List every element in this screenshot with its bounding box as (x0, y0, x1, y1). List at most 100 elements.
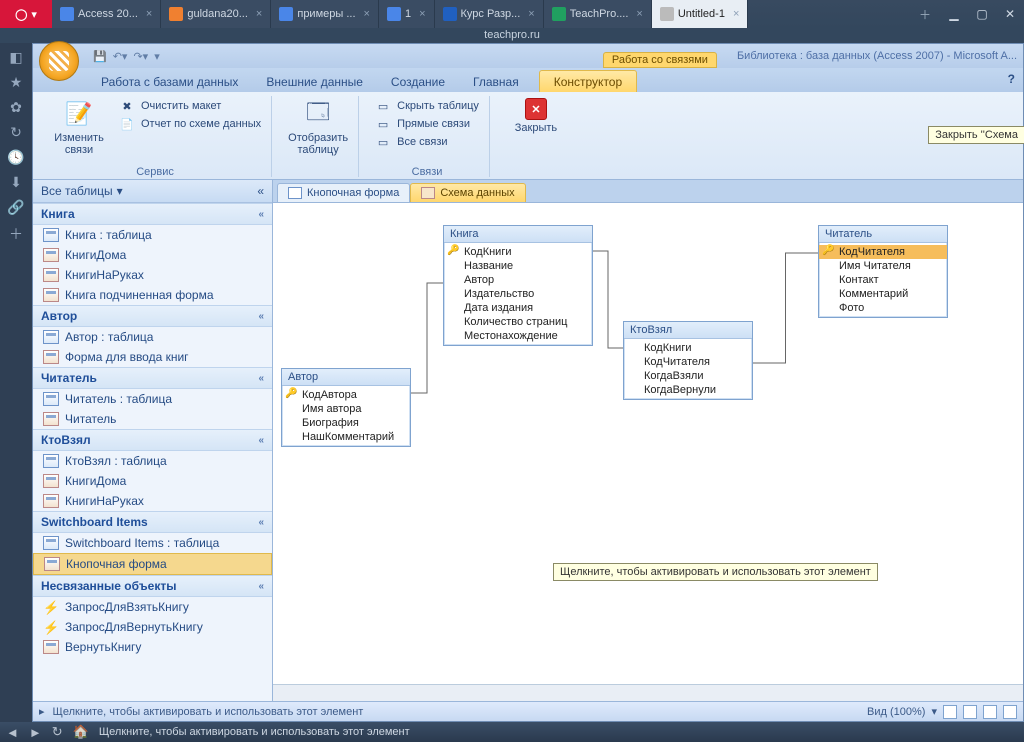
table-window-title[interactable]: КтоВзял (624, 322, 752, 339)
history-icon[interactable]: 🕓 (7, 149, 24, 166)
nav-pane-header[interactable]: Все таблицы▾ « (33, 180, 272, 203)
nav-item[interactable]: ВернутьКнигу (33, 637, 272, 657)
tab-close-icon[interactable]: × (419, 8, 425, 20)
nav-item[interactable]: ЗапросДляВернутьКнигу (33, 617, 272, 637)
reload-icon[interactable]: ↻ (52, 724, 63, 740)
field[interactable]: КодКниги (624, 341, 752, 355)
horizontal-scrollbar[interactable] (273, 684, 1023, 701)
nav-item[interactable]: КтоВзял : таблица (33, 451, 272, 471)
field[interactable]: Биография (282, 416, 410, 430)
gear-icon[interactable]: ✿ (10, 99, 22, 116)
nav-item[interactable]: Читатель (33, 409, 272, 429)
nav-group-header[interactable]: КтоВзял« (33, 429, 272, 451)
os-taskbar[interactable]: ◄ ► ↻ 🏠 Щелкните, чтобы активировать и и… (0, 722, 1024, 742)
ribbon-tab-constructor[interactable]: Конструктор (539, 70, 637, 92)
panel-icon[interactable]: ◧ (9, 49, 22, 66)
clear-layout-button[interactable]: ✖Очистить макет (119, 98, 261, 114)
tab-close-icon[interactable]: × (733, 8, 739, 20)
field[interactable]: Автор (444, 273, 592, 287)
nav-item[interactable]: Switchboard Items : таблица (33, 533, 272, 553)
nav-item[interactable]: Форма для ввода книг (33, 347, 272, 367)
nav-group-header[interactable]: Книга« (33, 203, 272, 225)
browser-side-panel[interactable]: ◧ ★ ✿ ↻ 🕓 ⬇ 🔗 ＋ (0, 43, 32, 722)
redo-icon[interactable]: ↷▾ (133, 50, 148, 63)
browser-tab[interactable]: Untitled-1× (652, 0, 749, 28)
field[interactable]: Название (444, 259, 592, 273)
edit-relations-button[interactable]: 📝 Изменить связи (49, 98, 109, 163)
document-tab[interactable]: Кнопочная форма (277, 183, 410, 202)
view-button-4[interactable] (1003, 705, 1017, 719)
nav-item[interactable]: ЗапросДляВзятьКнигу (33, 597, 272, 617)
table-window-ktovzyal[interactable]: КтоВзял КодКнигиКодЧитателяКогдаВзялиКогд… (623, 321, 753, 400)
browser-tab[interactable]: guldana20...× (161, 0, 271, 28)
field[interactable]: КодАвтора (282, 388, 410, 402)
qat-customize-icon[interactable]: ▾ (154, 50, 160, 63)
new-tab-button[interactable]: ＋ (910, 0, 940, 28)
nav-item[interactable]: Книга : таблица (33, 225, 272, 245)
nav-item[interactable]: КнигиНаРуках (33, 491, 272, 511)
field[interactable]: КогдаВернули (624, 383, 752, 397)
nav-item[interactable]: КнигиДома (33, 245, 272, 265)
hide-table-button[interactable]: ▭Скрыть таблицу (375, 98, 479, 114)
links-icon[interactable]: 🔗 (7, 199, 24, 216)
star-icon[interactable]: ★ (10, 74, 23, 91)
nav-group-header[interactable]: Несвязанные объекты« (33, 575, 272, 597)
field[interactable]: Местонахождение (444, 329, 592, 343)
field[interactable]: НашКомментарий (282, 430, 410, 444)
table-window-title[interactable]: Читатель (819, 226, 947, 243)
navigation-pane[interactable]: Все таблицы▾ « Книга«Книга : таблицаКниг… (33, 180, 273, 701)
field[interactable]: Издательство (444, 287, 592, 301)
zoom-dropdown-icon[interactable]: ▾ (931, 705, 937, 718)
close-schema-button[interactable]: ✕ Закрыть (506, 98, 566, 163)
tab-close-icon[interactable]: × (256, 8, 262, 20)
maximize-button[interactable]: ▢ (968, 0, 996, 28)
view-button-3[interactable] (983, 705, 997, 719)
field[interactable]: Имя Читателя (819, 259, 947, 273)
sync-icon[interactable]: ↻ (10, 124, 22, 141)
browser-tab[interactable]: примеры ...× (271, 0, 379, 28)
field[interactable]: Имя автора (282, 402, 410, 416)
report-schema-button[interactable]: 📄Отчет по схеме данных (119, 116, 261, 132)
undo-icon[interactable]: ↶▾ (113, 50, 128, 63)
forward-icon[interactable]: ► (29, 725, 42, 740)
relationships-canvas[interactable]: Автор КодАвтораИмя автораБиографияНашКомм… (273, 202, 1023, 684)
tab-close-icon[interactable]: × (364, 8, 370, 20)
nav-item[interactable]: Кнопочная форма (33, 553, 272, 575)
nav-group-header[interactable]: Switchboard Items« (33, 511, 272, 533)
close-window-button[interactable]: ✕ (996, 0, 1024, 28)
nav-item[interactable]: Читатель : таблица (33, 389, 272, 409)
home-icon[interactable]: 🏠 (73, 724, 89, 740)
browser-tab[interactable]: Access 20...× (52, 0, 161, 28)
tab-close-icon[interactable]: × (528, 8, 534, 20)
field[interactable]: Дата издания (444, 301, 592, 315)
ribbon-tab[interactable]: Главная (459, 71, 533, 92)
nav-item[interactable]: Автор : таблица (33, 327, 272, 347)
browser-tab[interactable]: 1× (379, 0, 435, 28)
nav-item[interactable]: Книга подчиненная форма (33, 285, 272, 305)
tab-close-icon[interactable]: × (146, 8, 152, 20)
view-button-2[interactable] (963, 705, 977, 719)
view-button-1[interactable] (943, 705, 957, 719)
opera-menu-button[interactable]: ▾ (0, 0, 52, 28)
nav-item[interactable]: КнигиНаРуках (33, 265, 272, 285)
add-panel-icon[interactable]: ＋ (9, 224, 23, 244)
save-icon[interactable]: 💾 (93, 50, 107, 63)
browser-tab[interactable]: TeachPro....× (544, 0, 652, 28)
field[interactable]: Количество страниц (444, 315, 592, 329)
table-window-title[interactable]: Книга (444, 226, 592, 243)
nav-group-header[interactable]: Автор« (33, 305, 272, 327)
ribbon-tab[interactable]: Работа с базами данных (87, 71, 252, 92)
back-icon[interactable]: ◄ (6, 725, 19, 740)
nav-item[interactable]: КнигиДома (33, 471, 272, 491)
downloads-icon[interactable]: ⬇ (10, 174, 22, 191)
table-window-chitatel[interactable]: ЧитательКодЧитателяИмя ЧитателяКонтактКо… (818, 225, 948, 318)
browser-tab[interactable]: Курс Разр...× (435, 0, 544, 28)
field[interactable]: КогдаВзяли (624, 369, 752, 383)
field[interactable]: КодЧитателя (624, 355, 752, 369)
field[interactable]: КодЧитателя (819, 245, 947, 259)
direct-relations-button[interactable]: ▭Прямые связи (375, 116, 479, 132)
collapse-pane-icon[interactable]: « (257, 184, 264, 198)
help-icon[interactable]: ? (1008, 72, 1015, 86)
ribbon-tab[interactable]: Создание (377, 71, 459, 92)
table-window-avtor[interactable]: АвторКодАвтораИмя автораБиографияНашКомм… (281, 368, 411, 447)
